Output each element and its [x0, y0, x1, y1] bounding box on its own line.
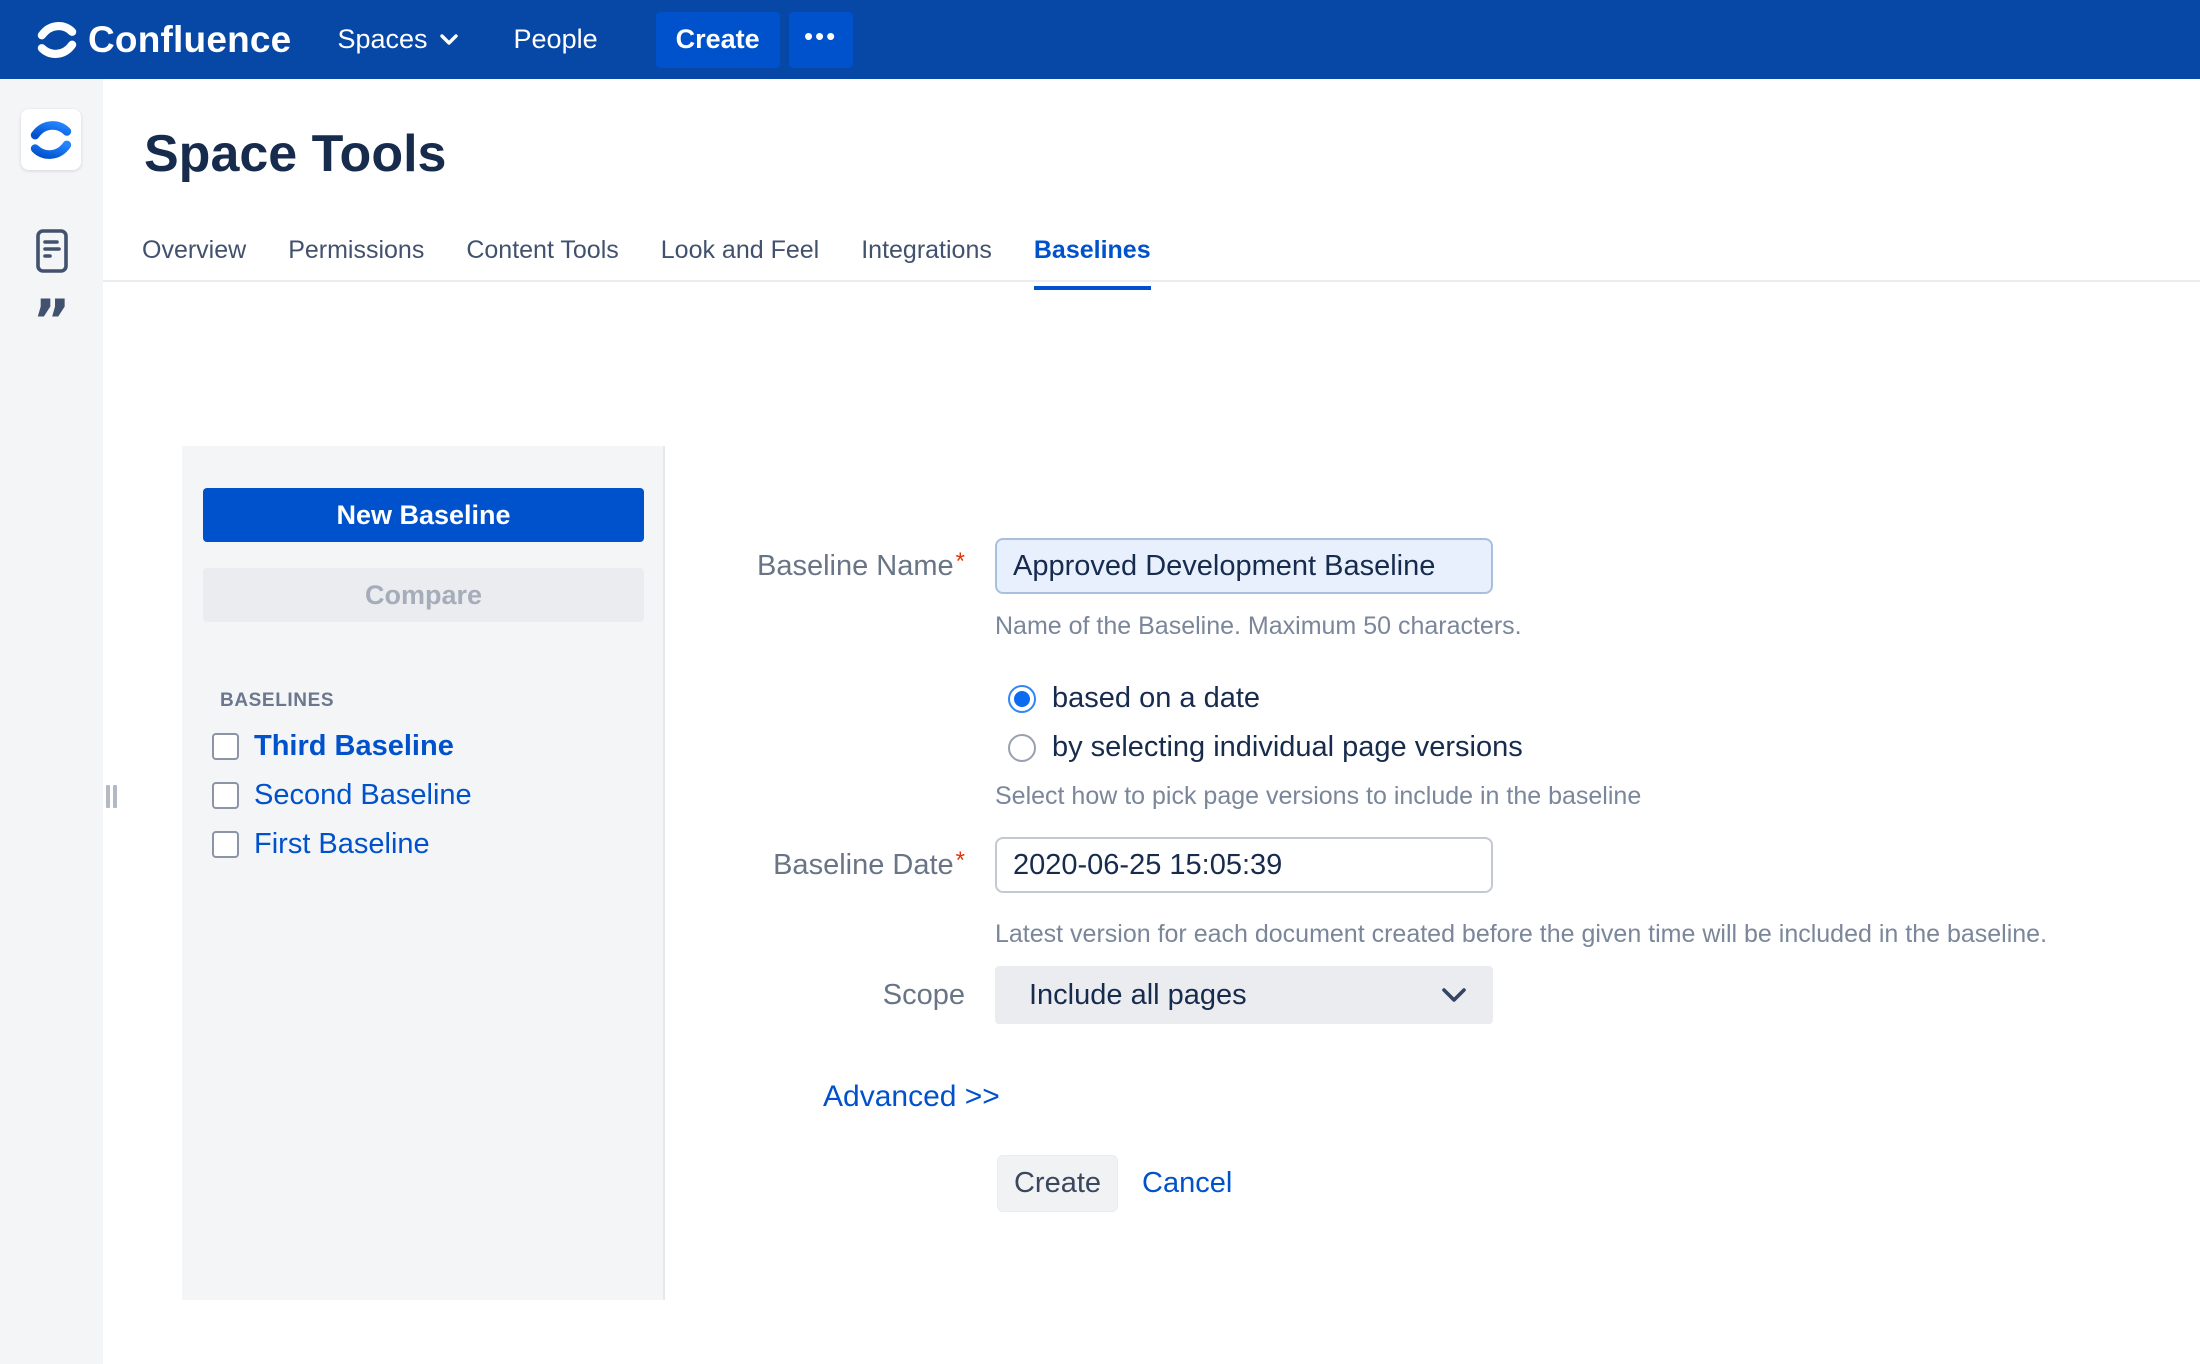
- radio-unselected-icon: [1008, 734, 1036, 762]
- tab-overview[interactable]: Overview: [142, 236, 246, 290]
- tab-look-and-feel[interactable]: Look and Feel: [661, 236, 819, 290]
- mode-radio-date-label: based on a date: [1052, 682, 1260, 715]
- list-item: First Baseline: [212, 826, 472, 862]
- form-create-button[interactable]: Create: [997, 1155, 1118, 1212]
- nav-people-label: People: [514, 24, 598, 55]
- nav-spaces-label: Spaces: [337, 24, 427, 55]
- required-asterisk: *: [956, 548, 965, 575]
- mode-radio-versions[interactable]: by selecting individual page versions: [1008, 731, 1523, 764]
- advanced-link[interactable]: Advanced >>: [823, 1080, 1000, 1114]
- chevron-down-icon: [1441, 987, 1467, 1003]
- baseline-checkbox-third[interactable]: [212, 733, 239, 760]
- sidebar-resize-grip[interactable]: [106, 785, 119, 808]
- confluence-logo-icon: [36, 19, 78, 61]
- more-actions-button[interactable]: •••: [789, 12, 853, 68]
- scope-label: Scope: [675, 966, 965, 1024]
- list-item: Third Baseline: [212, 728, 472, 764]
- baseline-link-first[interactable]: First Baseline: [254, 828, 430, 861]
- mode-help: Select how to pick page versions to incl…: [995, 782, 1641, 811]
- scope-select[interactable]: Include all pages: [995, 966, 1493, 1024]
- baselines-list: Third Baseline Second Baseline First Bas…: [212, 728, 472, 862]
- baseline-checkbox-second[interactable]: [212, 782, 239, 809]
- blog-sidebar-item[interactable]: ”: [0, 301, 103, 341]
- mode-radio-date[interactable]: based on a date: [1008, 682, 1260, 715]
- space-sidebar-strip: ”: [0, 79, 103, 1364]
- tab-integrations[interactable]: Integrations: [861, 236, 992, 290]
- confluence-brand[interactable]: Confluence: [36, 19, 291, 61]
- baseline-link-second[interactable]: Second Baseline: [254, 779, 472, 812]
- list-item: Second Baseline: [212, 777, 472, 813]
- pages-sidebar-item[interactable]: [0, 229, 103, 273]
- top-navigation-bar: Confluence Spaces People Create •••: [0, 0, 2200, 79]
- required-asterisk: *: [956, 847, 965, 874]
- baselines-panel: New Baseline Compare BASELINES Third Bas…: [182, 446, 665, 1300]
- create-button[interactable]: Create: [656, 12, 780, 68]
- radio-selected-icon: [1008, 685, 1036, 713]
- baseline-name-label: Baseline Name*: [675, 538, 965, 594]
- nav-spaces-menu[interactable]: Spaces: [337, 24, 457, 55]
- space-tools-tabs: Overview Permissions Content Tools Look …: [142, 236, 1151, 290]
- nav-people[interactable]: People: [514, 24, 598, 55]
- baselines-list-title: BASELINES: [220, 690, 334, 712]
- quote-icon: ”: [32, 301, 70, 341]
- page-title: Space Tools: [144, 124, 446, 184]
- baseline-date-help: Latest version for each document created…: [995, 920, 2047, 949]
- tab-content-tools[interactable]: Content Tools: [466, 236, 618, 290]
- confluence-space-logo-icon: [29, 118, 73, 162]
- baseline-date-input[interactable]: [995, 837, 1493, 893]
- baseline-checkbox-first[interactable]: [212, 831, 239, 858]
- document-icon: [36, 229, 68, 273]
- form-cancel-link[interactable]: Cancel: [1142, 1155, 1232, 1212]
- brand-name: Confluence: [88, 19, 291, 61]
- mode-radio-versions-label: by selecting individual page versions: [1052, 731, 1523, 764]
- chevron-down-icon: [440, 34, 458, 46]
- baseline-date-label: Baseline Date*: [675, 837, 965, 893]
- baseline-name-input[interactable]: [995, 538, 1493, 594]
- tab-permissions[interactable]: Permissions: [288, 236, 424, 290]
- more-icon: •••: [804, 21, 837, 51]
- confluence-space-tools-page: Confluence Spaces People Create •••: [0, 0, 2200, 1364]
- compare-button[interactable]: Compare: [203, 568, 644, 622]
- new-baseline-button[interactable]: New Baseline: [203, 488, 644, 542]
- tab-baselines[interactable]: Baselines: [1034, 236, 1151, 290]
- baseline-link-third[interactable]: Third Baseline: [254, 730, 454, 763]
- scope-selected-value: Include all pages: [1029, 979, 1441, 1012]
- space-logo-tile[interactable]: [21, 109, 81, 170]
- baseline-name-help: Name of the Baseline. Maximum 50 charact…: [995, 612, 1522, 641]
